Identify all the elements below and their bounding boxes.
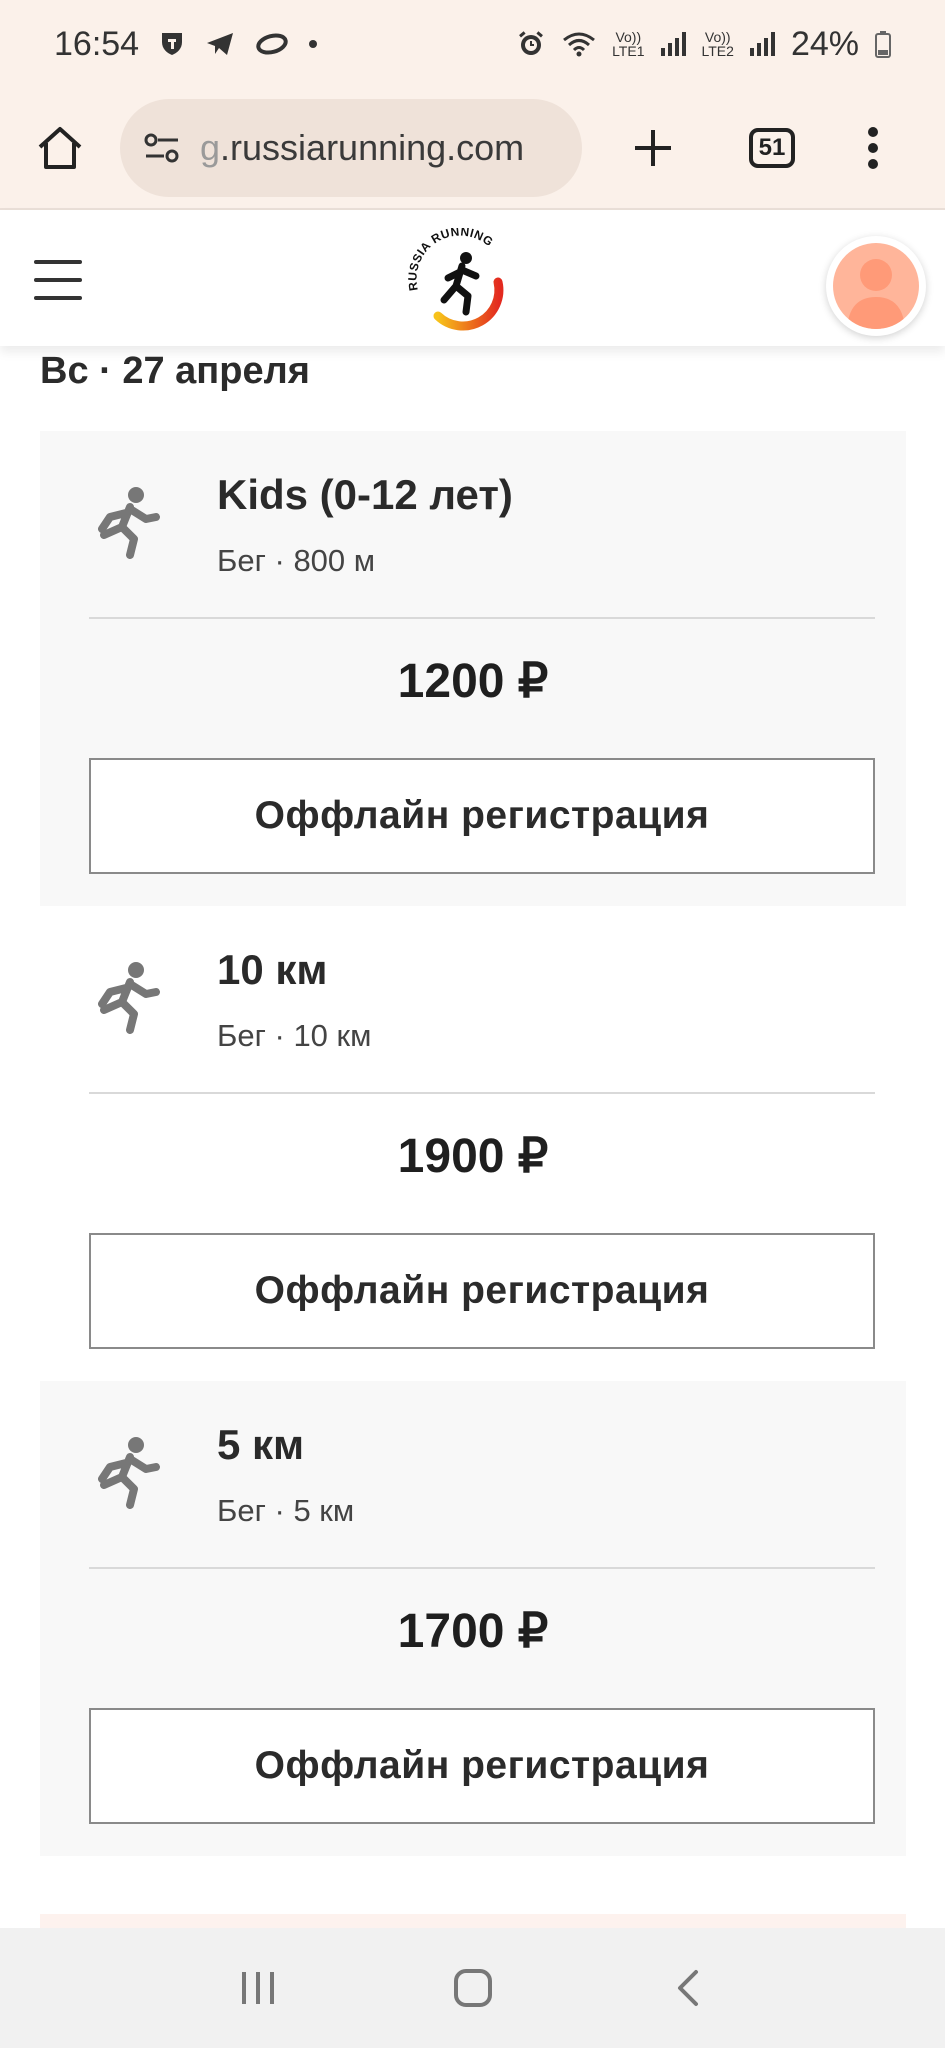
price: 1900 ₽ bbox=[397, 1130, 549, 1183]
distance-title: 5 км bbox=[217, 1421, 305, 1468]
wifi-icon bbox=[563, 32, 595, 57]
menu-icon[interactable] bbox=[34, 260, 82, 300]
address-bar[interactable]: g.russiarunning.com bbox=[120, 99, 582, 197]
tab-switcher-button[interactable]: 51 bbox=[708, 128, 836, 168]
avatar-placeholder-icon bbox=[833, 243, 919, 329]
site-settings-icon[interactable] bbox=[142, 131, 182, 165]
screen: 16:54 Vo)) LTE1 Vo)) LTE2 24% g.russiaru… bbox=[0, 0, 945, 2048]
runner-icon bbox=[98, 1437, 160, 1509]
divider bbox=[89, 1567, 875, 1569]
more-vert-icon bbox=[868, 127, 878, 169]
distance-card: Kids (0-12 лет) Бег · 800 м 1200 ₽ Оффла… bbox=[40, 431, 906, 906]
divider bbox=[89, 1092, 875, 1094]
browser-menu-button[interactable] bbox=[836, 126, 910, 170]
telegram-icon bbox=[207, 33, 234, 55]
system-nav-bar bbox=[0, 1928, 945, 2048]
new-tab-button[interactable] bbox=[598, 126, 708, 170]
offline-registration-button[interactable]: Оффлайн регистрация bbox=[89, 1233, 875, 1349]
distance-title: Kids (0-12 лет) bbox=[217, 471, 513, 518]
offline-registration-button[interactable]: Оффлайн регистрация bbox=[89, 1708, 875, 1824]
battery-icon bbox=[875, 31, 891, 58]
price: 1200 ₽ bbox=[397, 655, 549, 708]
distance-subtitle: Бег · 5 км bbox=[217, 1493, 355, 1528]
shield-app-icon bbox=[162, 33, 183, 55]
clock: 16:54 bbox=[54, 24, 140, 63]
site-header: RUSSIA RUNNING bbox=[0, 210, 945, 346]
divider bbox=[89, 617, 875, 619]
runner-icon bbox=[98, 962, 160, 1034]
infinity-app-icon bbox=[256, 33, 288, 55]
browser-toolbar: g.russiarunning.com 51 bbox=[0, 88, 945, 210]
volte1-indicator: Vo)) LTE1 bbox=[612, 29, 645, 59]
next-card-edge bbox=[40, 1914, 906, 1928]
distance-subtitle: Бег · 800 м bbox=[217, 543, 376, 578]
distance-card: 5 км Бег · 5 км 1700 ₽ Оффлайн регистрац… bbox=[40, 1381, 906, 1856]
russia-running-logo[interactable]: RUSSIA RUNNING bbox=[404, 228, 516, 332]
status-right: Vo)) LTE1 Vo)) LTE2 24% bbox=[516, 25, 891, 64]
runner-icon bbox=[98, 487, 160, 559]
date-heading: Вс · 27 апреля bbox=[40, 350, 310, 392]
price: 1700 ₽ bbox=[397, 1605, 549, 1658]
url-text: g.russiarunning.com bbox=[200, 127, 525, 168]
distance-title: 10 км bbox=[217, 946, 328, 993]
home-button[interactable] bbox=[0, 88, 120, 208]
status-left: 16:54 bbox=[54, 24, 318, 64]
user-avatar[interactable] bbox=[826, 236, 926, 336]
back-icon[interactable] bbox=[668, 1968, 708, 2008]
battery-percent: 24% bbox=[790, 24, 859, 63]
signal-1-icon bbox=[660, 32, 686, 56]
volte2-indicator: Vo)) LTE2 bbox=[701, 29, 734, 59]
tab-count: 51 bbox=[749, 128, 795, 168]
signal-2-icon bbox=[749, 32, 775, 56]
distance-subtitle: Бег · 10 км bbox=[217, 1018, 372, 1053]
home-icon bbox=[38, 127, 82, 169]
notification-dot bbox=[309, 40, 318, 48]
recent-apps-icon[interactable] bbox=[238, 1968, 278, 2008]
distance-card: 10 км Бег · 10 км 1900 ₽ Оффлайн регистр… bbox=[40, 906, 906, 1381]
status-bar: 16:54 Vo)) LTE1 Vo)) LTE2 24% bbox=[0, 0, 945, 88]
alarm-icon bbox=[519, 31, 544, 55]
plus-icon bbox=[635, 130, 671, 166]
svg-text:RUSSIA RUNNING: RUSSIA RUNNING bbox=[405, 228, 496, 292]
home-nav-icon[interactable] bbox=[453, 1968, 493, 2008]
browser-actions: 51 bbox=[598, 126, 910, 170]
offline-registration-button[interactable]: Оффлайн регистрация bbox=[89, 758, 875, 874]
